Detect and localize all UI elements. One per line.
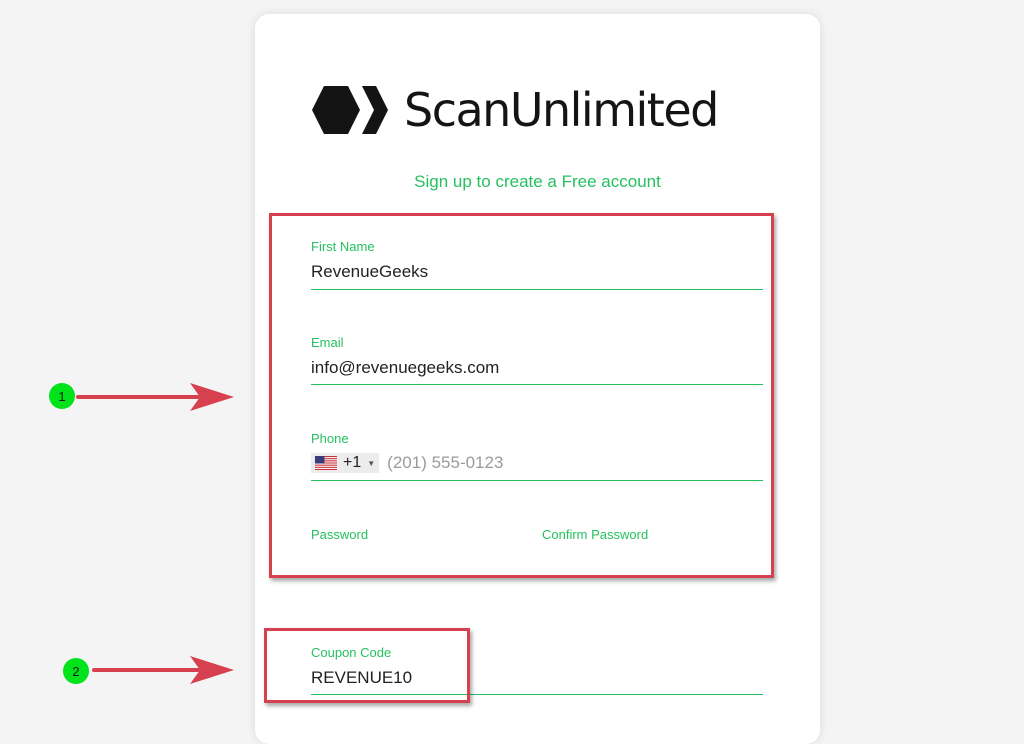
brand-logo: ScanUnlimited	[310, 82, 719, 138]
annotation-badge-1: 1	[49, 383, 75, 409]
annotation-box-form-fields	[269, 213, 774, 578]
annotation-arrow-1	[76, 383, 234, 411]
annotation-box-coupon	[264, 628, 470, 703]
scanunlimited-logo-icon	[312, 86, 388, 134]
signup-subtitle: Sign up to create a Free account	[414, 172, 661, 191]
brand-name: ScanUnlimited	[404, 83, 719, 137]
annotation-arrow-2	[92, 656, 234, 684]
annotation-badge-2: 2	[63, 658, 89, 684]
